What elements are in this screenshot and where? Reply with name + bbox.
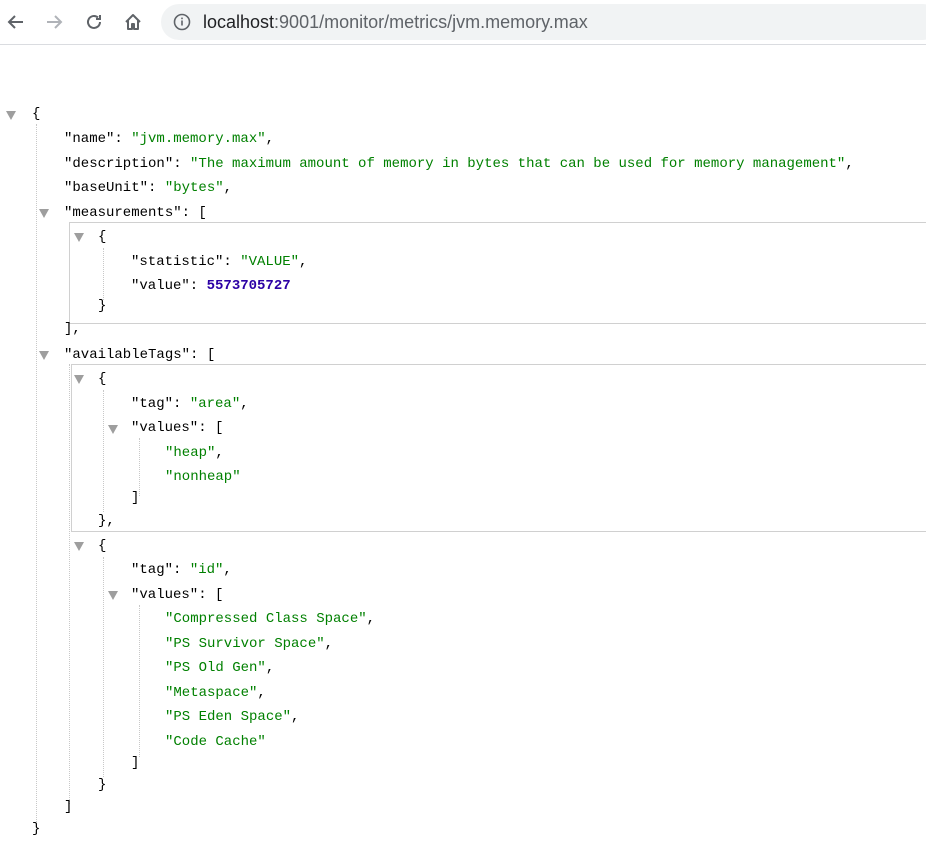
id-value-item: "PS Eden Space", xyxy=(165,709,300,725)
name-line: "name": "jvm.memory.max", xyxy=(64,131,275,147)
statistic-value: "VALUE" xyxy=(240,254,300,270)
tag-id-line: "tag": "id", xyxy=(131,562,232,578)
availabletags-key: "availableTags": xyxy=(64,347,207,363)
description-line: "description": "The maximum amount of me… xyxy=(64,156,854,172)
value-key: "value": xyxy=(131,278,207,294)
tag-id-close-brace: } xyxy=(98,777,107,793)
name-key: "name": xyxy=(64,131,132,147)
baseunit-value: "bytes" xyxy=(164,180,224,196)
id-value-item: "Metaspace", xyxy=(165,685,266,701)
tag-id-open-brace: { xyxy=(98,538,107,554)
tag-key: "tag": xyxy=(131,396,190,412)
collapse-tag-area-icon[interactable] xyxy=(74,375,84,384)
root-open-brace: { xyxy=(32,106,41,122)
tag-id-guide-line xyxy=(103,557,104,777)
availabletags-close-bracket: ] xyxy=(64,799,73,815)
measurements-line: "measurements": [ xyxy=(64,205,207,221)
tag-id-value: "id" xyxy=(189,562,224,578)
tag-area-open-brace: { xyxy=(98,371,107,387)
collapse-measurement-icon[interactable] xyxy=(74,233,84,242)
measurement-close-brace: } xyxy=(98,298,107,314)
value-line: "value": 5573705727 xyxy=(131,276,291,296)
area-values-close-bracket: ] xyxy=(131,490,140,506)
collapse-root-icon[interactable] xyxy=(6,111,16,120)
values-key: "values": xyxy=(131,587,216,603)
tag-key: "tag": xyxy=(131,562,190,578)
values-key: "values": xyxy=(131,420,216,436)
tag-area-guide-line xyxy=(103,390,104,512)
collapse-measurements-icon[interactable] xyxy=(39,209,49,218)
availabletags-line: "availableTags": [ xyxy=(64,347,216,363)
collapse-id-values-icon[interactable] xyxy=(108,591,118,600)
statistic-line: "statistic": "VALUE", xyxy=(131,254,308,270)
description-key: "description": xyxy=(64,156,191,172)
collapse-availabletags-icon[interactable] xyxy=(39,351,49,360)
measurements-array-box xyxy=(69,222,926,324)
description-value: "The maximum amount of memory in bytes t… xyxy=(190,156,846,172)
tag-area-line: "tag": "area", xyxy=(131,396,249,412)
id-value-item: "PS Old Gen", xyxy=(165,660,275,676)
tag-area-value: "area" xyxy=(189,396,241,412)
root-guide-line xyxy=(36,124,37,826)
availabletags-guide-line xyxy=(69,364,70,804)
measurements-key: "measurements": xyxy=(64,205,199,221)
id-value-item: "Code Cache" xyxy=(165,734,266,750)
baseunit-line: "baseUnit": "bytes", xyxy=(64,180,233,196)
baseunit-key: "baseUnit": xyxy=(64,180,165,196)
id-values-line: "values": [ xyxy=(131,587,224,603)
area-value-item: "heap", xyxy=(165,445,224,461)
measurement-guide-line xyxy=(103,248,104,300)
value-number: 5573705727 xyxy=(206,278,291,294)
id-value-item: "Compressed Class Space", xyxy=(165,611,376,627)
tag-area-close-brace: }, xyxy=(98,513,115,529)
name-value: "jvm.memory.max" xyxy=(131,131,266,147)
statistic-key: "statistic": xyxy=(131,254,241,270)
measurements-close-bracket: ], xyxy=(64,321,81,337)
id-value-item: "PS Survivor Space", xyxy=(165,636,334,652)
collapse-tag-id-icon[interactable] xyxy=(74,542,84,551)
id-values-close-bracket: ] xyxy=(131,755,140,771)
collapse-area-values-icon[interactable] xyxy=(108,425,118,434)
root-close-brace: } xyxy=(32,821,41,837)
measurement-open-brace: { xyxy=(98,229,107,245)
json-viewer: { "name": "jvm.memory.max", "description… xyxy=(0,0,926,858)
id-values-guide-line xyxy=(139,605,140,757)
area-values-line: "values": [ xyxy=(131,420,224,436)
area-value-item: "nonheap" xyxy=(165,469,241,485)
